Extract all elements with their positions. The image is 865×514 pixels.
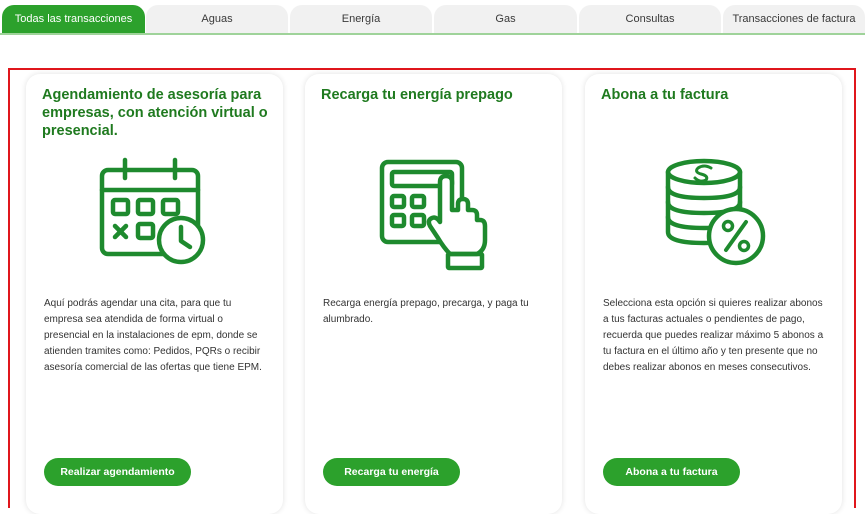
card-agendamiento: Agendamiento de asesoría para empresas, … [26,74,283,514]
recarga-tu-energia-button[interactable]: Recarga tu energía [323,458,460,486]
card-abona-factura: Abona a tu factura Selecciona esta opció… [585,74,842,514]
tab-consultas[interactable]: Consultas [579,5,721,33]
tab-transacciones-de-factura[interactable]: Transacciones de factura [723,5,865,33]
transaction-tabs: Todas las transacciones Aguas Energía Ga… [0,5,865,35]
coins-percent-icon [665,158,765,266]
card-description: Selecciona esta opción si quieres realiz… [603,298,824,373]
calculator-hand-icon [379,159,487,271]
calendar-icon [99,157,205,265]
tab-todas-las-transacciones[interactable]: Todas las transacciones [2,5,145,33]
tab-energia[interactable]: Energía [290,5,432,33]
card-title: Recarga tu energía prepago [321,87,513,103]
tab-gas[interactable]: Gas [434,5,577,33]
card-description: Recarga energía prepago, precarga, y pag… [323,298,529,325]
realizar-agendamiento-button[interactable]: Realizar agendamiento [44,458,191,486]
card-description: Aquí podrás agendar una cita, para que t… [44,298,262,373]
card-title: Agendamiento de asesoría para empresas, … [42,87,268,139]
card-recarga-energia: Recarga tu energía prepago Recarga energ… [305,74,562,514]
abona-a-tu-factura-button[interactable]: Abona a tu factura [603,458,740,486]
tab-aguas[interactable]: Aguas [146,5,288,33]
card-title: Abona a tu factura [601,87,729,103]
